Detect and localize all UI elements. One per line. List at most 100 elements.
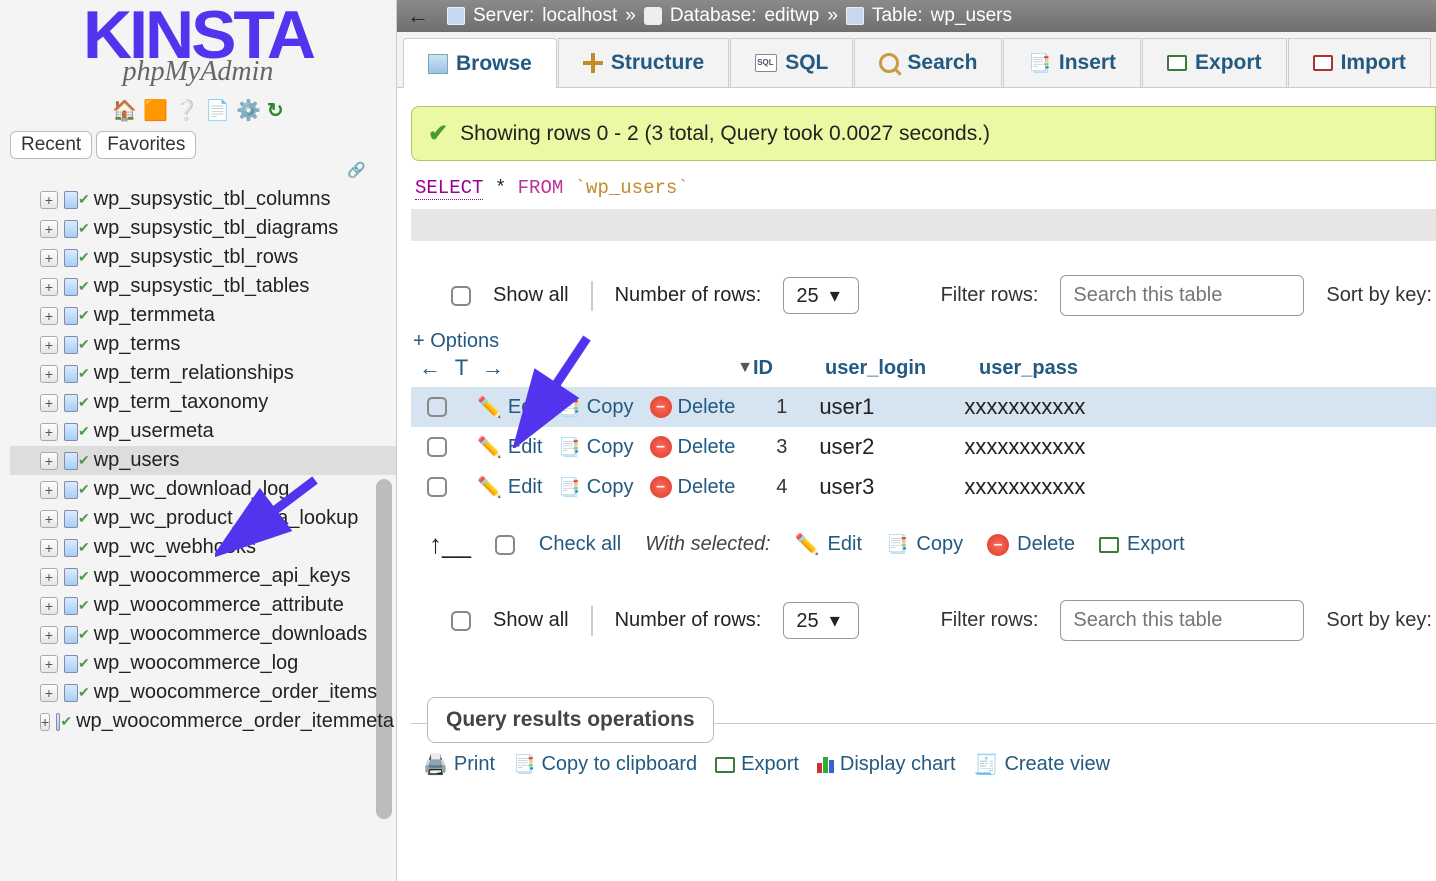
- tab-search[interactable]: Search: [854, 38, 1002, 87]
- expand-icon[interactable]: +: [40, 365, 58, 383]
- tree-item-wp_woocommerce_api_keys[interactable]: +✔wp_woocommerce_api_keys: [10, 562, 396, 591]
- copy-action[interactable]: 📑Copy: [558, 396, 633, 419]
- col-user-login[interactable]: user_login: [803, 357, 969, 380]
- tab-insert[interactable]: 📑Insert: [1003, 38, 1141, 87]
- export-action[interactable]: Export: [715, 752, 799, 777]
- expand-icon[interactable]: +: [40, 278, 58, 296]
- tree-item-wp_users[interactable]: +✔wp_users: [10, 446, 396, 475]
- filter-input-2[interactable]: [1060, 600, 1304, 641]
- expand-icon[interactable]: +: [40, 249, 58, 267]
- settings-icon[interactable]: ⚙️: [236, 98, 261, 123]
- recent-button[interactable]: Recent: [10, 131, 92, 159]
- row-checkbox[interactable]: [427, 437, 447, 457]
- home-icon[interactable]: 🏠: [112, 98, 137, 123]
- edit-action[interactable]: ✏️Edit: [477, 475, 542, 500]
- row-checkbox[interactable]: [427, 397, 447, 417]
- logout-icon[interactable]: 🟧: [143, 98, 168, 123]
- show-all-checkbox-2[interactable]: [451, 611, 471, 631]
- copy-clipboard-action[interactable]: 📑Copy to clipboard: [513, 752, 697, 777]
- expand-icon[interactable]: +: [40, 307, 58, 325]
- bulk-delete[interactable]: –Delete: [987, 533, 1075, 556]
- options-link[interactable]: + Options: [411, 326, 1436, 353]
- show-all-checkbox[interactable]: [451, 286, 471, 306]
- tree-item-wp_supsystic_tbl_rows[interactable]: +✔wp_supsystic_tbl_rows: [10, 243, 396, 272]
- check-all-checkbox[interactable]: [495, 535, 515, 555]
- tree-item-wp_term_relationships[interactable]: +✔wp_term_relationships: [10, 359, 396, 388]
- expand-icon[interactable]: +: [40, 568, 58, 586]
- tree-item-wp_woocommerce_order_items[interactable]: +✔wp_woocommerce_order_items: [10, 678, 396, 707]
- expand-icon[interactable]: +: [40, 539, 58, 557]
- expand-icon[interactable]: +: [40, 684, 58, 702]
- edit-action[interactable]: ✏️Edit: [477, 435, 542, 460]
- expand-icon[interactable]: +: [40, 597, 58, 615]
- help-icon[interactable]: ❔: [174, 98, 199, 123]
- expand-icon[interactable]: +: [40, 452, 58, 470]
- expand-icon[interactable]: +: [40, 510, 58, 528]
- expand-icon[interactable]: +: [40, 336, 58, 354]
- copy-action[interactable]: 📑Copy: [558, 476, 633, 499]
- tree-item-wp_terms[interactable]: +✔wp_terms: [10, 330, 396, 359]
- tree-item-wp_woocommerce_downloads[interactable]: +✔wp_woocommerce_downloads: [10, 620, 396, 649]
- bc-db[interactable]: editwp: [764, 5, 819, 27]
- expand-icon[interactable]: +: [40, 423, 58, 441]
- reload-icon[interactable]: ↻: [267, 98, 284, 123]
- tree-item-wp_supsystic_tbl_tables[interactable]: +✔wp_supsystic_tbl_tables: [10, 272, 396, 301]
- tab-structure-label: Structure: [611, 51, 704, 75]
- back-icon[interactable]: ←: [407, 3, 429, 29]
- edit-label: Edit: [508, 476, 542, 499]
- expand-icon[interactable]: +: [40, 655, 58, 673]
- num-rows-select[interactable]: 25 ▾: [783, 277, 858, 314]
- tab-sql[interactable]: SQL: [730, 38, 853, 87]
- tree-item-wp_supsystic_tbl_diagrams[interactable]: +✔wp_supsystic_tbl_diagrams: [10, 214, 396, 243]
- expand-icon[interactable]: +: [40, 394, 58, 412]
- bulk-delete-label: Delete: [1017, 533, 1075, 556]
- delete-action[interactable]: –Delete: [650, 396, 736, 419]
- col-id[interactable]: ID: [753, 357, 803, 380]
- database-icon: [644, 7, 662, 25]
- num-rows-select-2[interactable]: 25 ▾: [783, 602, 858, 639]
- edit-action[interactable]: ✏️Edit: [477, 395, 542, 420]
- docs-icon[interactable]: 📄: [205, 98, 230, 123]
- tree-item-wp_supsystic_tbl_columns[interactable]: +✔wp_supsystic_tbl_columns: [10, 185, 396, 214]
- check-icon: ✔: [78, 597, 90, 614]
- chart-action[interactable]: Display chart: [817, 752, 956, 777]
- bulk-edit[interactable]: ✏️Edit: [795, 532, 862, 557]
- export-icon: [1099, 537, 1119, 553]
- tab-browse[interactable]: Browse: [403, 38, 557, 88]
- link-icon[interactable]: 🔗: [0, 161, 396, 179]
- expand-icon[interactable]: +: [40, 191, 58, 209]
- delete-action[interactable]: –Delete: [650, 436, 736, 459]
- row-checkbox[interactable]: [427, 477, 447, 497]
- favorites-button[interactable]: Favorites: [96, 131, 196, 159]
- filter-input[interactable]: [1060, 275, 1304, 316]
- tree-item-wp_termmeta[interactable]: +✔wp_termmeta: [10, 301, 396, 330]
- bulk-copy[interactable]: 📑Copy: [886, 533, 963, 556]
- tree-item-wp_woocommerce_order_itemmeta[interactable]: +✔wp_woocommerce_order_itemmeta: [10, 707, 396, 736]
- tab-structure[interactable]: Structure: [558, 38, 729, 87]
- tree-item-wp_woocommerce_log[interactable]: +✔wp_woocommerce_log: [10, 649, 396, 678]
- expand-icon[interactable]: +: [40, 481, 58, 499]
- copy-action[interactable]: 📑Copy: [558, 436, 633, 459]
- expand-icon[interactable]: +: [40, 713, 50, 731]
- print-action[interactable]: 🖨️Print: [423, 752, 495, 777]
- tree-item-wp_wc_download_log[interactable]: +✔wp_wc_download_log: [10, 475, 396, 504]
- bulk-export[interactable]: Export: [1099, 533, 1185, 556]
- sort-triangle-icon[interactable]: ▼: [737, 359, 753, 377]
- query-ops-title: Query results operations: [427, 697, 714, 743]
- expand-icon[interactable]: +: [40, 220, 58, 238]
- tree-item-wp_usermeta[interactable]: +✔wp_usermeta: [10, 417, 396, 446]
- expand-icon[interactable]: +: [40, 626, 58, 644]
- bc-server[interactable]: localhost: [542, 5, 617, 27]
- bc-table[interactable]: wp_users: [931, 5, 1012, 27]
- col-nav-arrows[interactable]: ← T →: [413, 355, 508, 381]
- tree-item-wp_wc_product_meta_lookup[interactable]: +✔wp_wc_product_meta_lookup: [10, 504, 396, 533]
- delete-action[interactable]: –Delete: [650, 476, 736, 499]
- check-all-label[interactable]: Check all: [539, 533, 621, 556]
- tree-item-wp_term_taxonomy[interactable]: +✔wp_term_taxonomy: [10, 388, 396, 417]
- tab-export[interactable]: Export: [1142, 38, 1287, 87]
- create-view-action[interactable]: 🧾Create view: [974, 752, 1111, 777]
- col-user-pass[interactable]: user_pass: [969, 357, 1436, 380]
- tree-item-wp_wc_webhooks[interactable]: +✔wp_wc_webhooks: [10, 533, 396, 562]
- tab-import[interactable]: Import: [1288, 38, 1431, 87]
- tree-item-wp_woocommerce_attribute[interactable]: +✔wp_woocommerce_attribute: [10, 591, 396, 620]
